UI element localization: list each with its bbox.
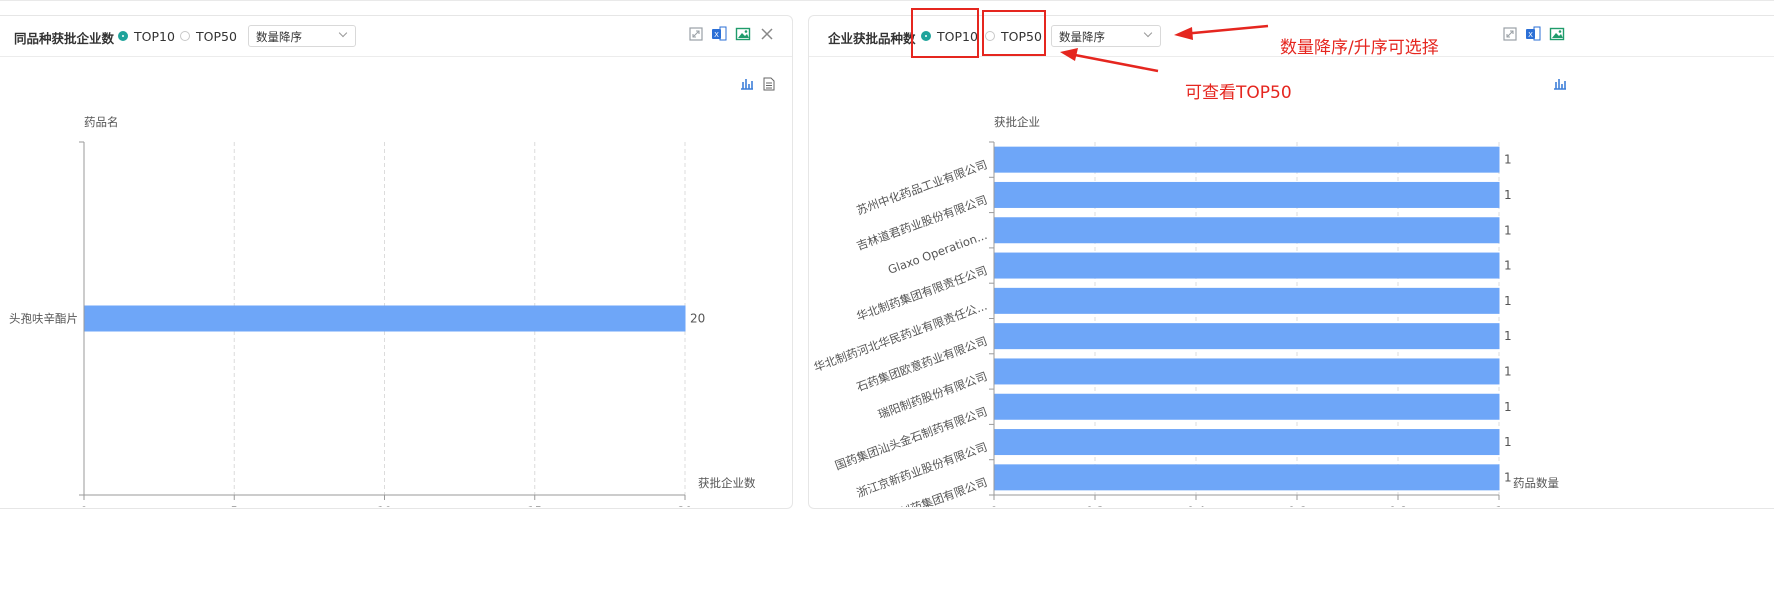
annotation-arrows — [1060, 24, 1269, 73]
annotation-top50-note: 可查看TOP50 — [1185, 83, 1292, 103]
annotation-sort-note: 数量降序/升序可选择 — [1280, 38, 1439, 58]
annotation-arrow-top50 — [1060, 48, 1159, 73]
annotation-arrow-sort — [1174, 24, 1269, 40]
